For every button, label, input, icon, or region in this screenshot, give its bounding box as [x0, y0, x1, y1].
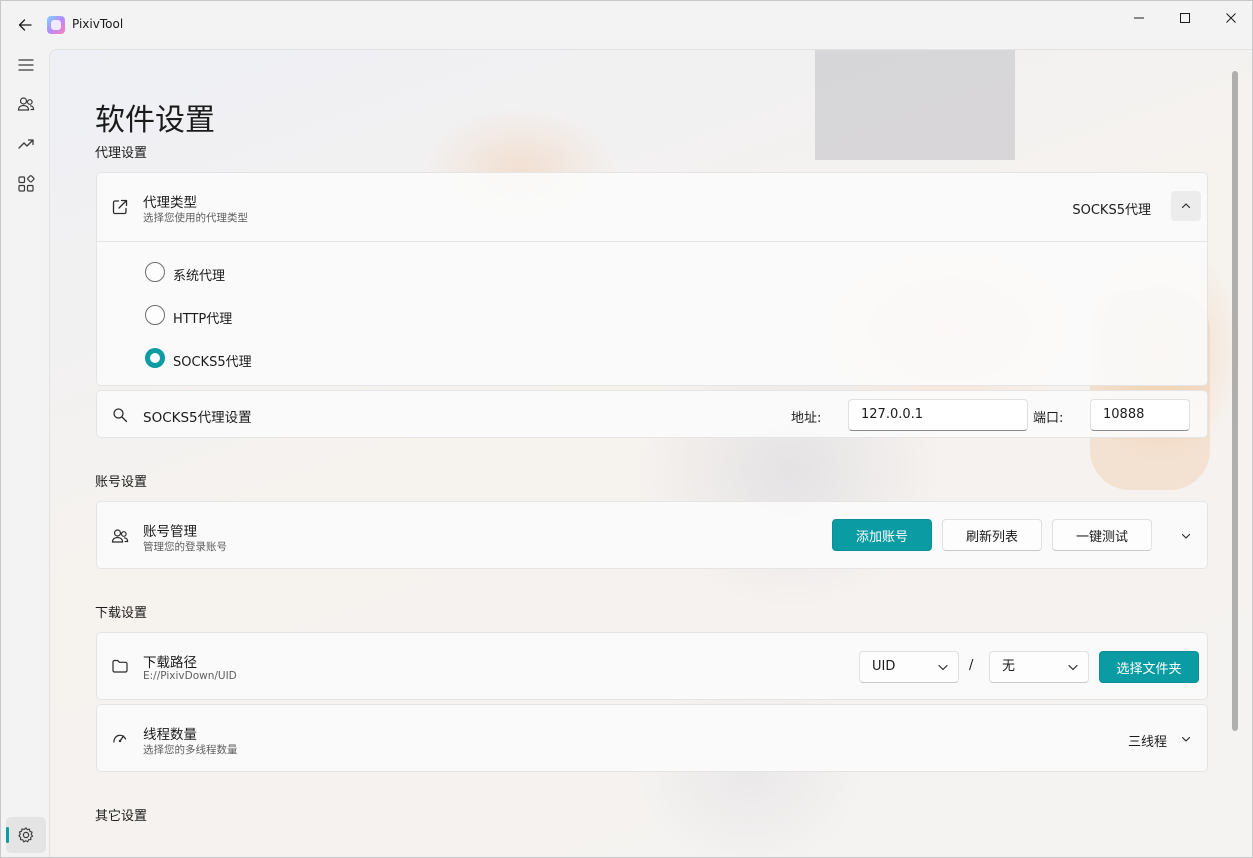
- section-title-download: 下载设置: [95, 606, 148, 621]
- radio-system-proxy[interactable]: [145, 262, 165, 282]
- thread-count-subtitle: 选择您的多线程数量: [143, 744, 238, 756]
- address-label: 地址:: [791, 411, 822, 426]
- vertical-scrollbar[interactable]: [1232, 71, 1238, 731]
- path-pattern-combo-1[interactable]: UID: [859, 651, 959, 683]
- thread-count-title: 线程数量: [143, 727, 197, 743]
- radio-system-proxy-label[interactable]: 系统代理: [173, 265, 225, 284]
- gear-icon: [18, 827, 34, 843]
- download-path-card: 下载路径 E://PixivDown/UID UID / 无 选择文件夹: [96, 632, 1208, 700]
- close-button[interactable]: [1208, 1, 1252, 35]
- title-bar: PixivTool: [1, 1, 1252, 49]
- open-external-icon: [110, 197, 130, 217]
- refresh-list-button[interactable]: 刷新列表: [942, 519, 1042, 551]
- chevron-down-icon: [938, 664, 948, 671]
- nav-trending[interactable]: [6, 126, 46, 162]
- people-icon: [17, 97, 35, 111]
- app-logo: [47, 16, 65, 34]
- arrow-left-icon: [18, 19, 32, 31]
- hamburger-icon: [18, 59, 34, 71]
- path-pattern-combo-2[interactable]: 无: [989, 651, 1089, 683]
- account-manage-subtitle: 管理您的登录账号: [143, 541, 227, 553]
- thread-count-card[interactable]: 线程数量 选择您的多线程数量 三线程: [96, 704, 1208, 772]
- add-account-button[interactable]: 添加账号: [832, 519, 932, 551]
- path-pattern-combo-2-value: 无: [1002, 659, 1016, 674]
- port-input[interactable]: 10888: [1090, 399, 1190, 431]
- maximize-icon: [1180, 13, 1190, 23]
- section-title-other: 其它设置: [95, 809, 148, 824]
- section-title-account: 账号设置: [95, 475, 148, 490]
- app-title: PixivTool: [72, 17, 124, 31]
- path-separator: /: [969, 658, 974, 673]
- page-title: 软件设置: [95, 103, 215, 138]
- radio-socks5-proxy-label[interactable]: SOCKS5代理: [173, 351, 252, 370]
- radio-socks5-proxy[interactable]: [145, 348, 165, 368]
- socks5-settings-title: SOCKS5代理设置: [143, 410, 252, 426]
- chevron-down-icon: [1068, 664, 1078, 671]
- back-button[interactable]: [11, 11, 39, 39]
- address-input[interactable]: 127.0.0.1: [848, 399, 1028, 431]
- test-all-button[interactable]: 一键测试: [1052, 519, 1152, 551]
- nav-settings[interactable]: [6, 817, 46, 853]
- nav-selection-indicator: [6, 827, 9, 843]
- nav-apps[interactable]: [6, 166, 46, 202]
- app-window: PixivTool 软件设置 代理设置 代理类型 选择您使用的代理类型 SOCK…: [0, 0, 1253, 858]
- chevron-down-icon: [1181, 736, 1191, 742]
- proxy-type-value: SOCKS5代理: [1072, 203, 1151, 218]
- proxy-type-collapse-button[interactable]: [1171, 191, 1201, 221]
- maximize-button[interactable]: [1162, 1, 1208, 35]
- proxy-type-title: 代理类型: [143, 195, 197, 211]
- path-pattern-combo-1-value: UID: [872, 659, 896, 674]
- proxy-type-card: 代理类型 选择您使用的代理类型 SOCKS5代理 系统代理 HTTP代理 SOC…: [96, 172, 1208, 386]
- search-icon: [110, 405, 130, 425]
- port-label: 端口:: [1033, 411, 1064, 426]
- proxy-card-divider: [97, 241, 1207, 242]
- minimize-button[interactable]: [1116, 1, 1162, 35]
- chevron-down-icon: [1181, 533, 1191, 539]
- thread-count-expand-button[interactable]: [1171, 724, 1201, 754]
- trending-up-icon: [18, 139, 34, 149]
- choose-folder-button[interactable]: 选择文件夹: [1099, 651, 1199, 683]
- close-icon: [1226, 13, 1236, 23]
- account-manage-card: 账号管理 管理您的登录账号 添加账号 刷新列表 一键测试: [96, 501, 1208, 569]
- radio-http-proxy[interactable]: [145, 305, 165, 325]
- folder-icon: [110, 656, 130, 676]
- background-artwork: [815, 50, 1015, 160]
- download-path-subtitle: E://PixivDown/UID: [143, 670, 237, 682]
- apps-grid-icon: [18, 175, 35, 192]
- proxy-type-subtitle: 选择您使用的代理类型: [143, 212, 248, 224]
- gauge-icon: [110, 728, 130, 748]
- radio-http-proxy-label[interactable]: HTTP代理: [173, 308, 232, 327]
- section-title-proxy: 代理设置: [95, 146, 148, 161]
- minimize-icon: [1134, 17, 1144, 19]
- thread-count-value: 三线程: [1127, 735, 1167, 750]
- people-icon: [110, 526, 130, 546]
- chevron-up-icon: [1181, 203, 1191, 209]
- nav-menu-button[interactable]: [6, 47, 46, 83]
- download-path-title: 下载路径: [143, 655, 197, 671]
- socks5-settings-card: SOCKS5代理设置 地址: 127.0.0.1 端口: 10888: [96, 390, 1208, 438]
- nav-accounts[interactable]: [6, 86, 46, 122]
- account-manage-title: 账号管理: [143, 524, 197, 540]
- account-expand-button[interactable]: [1171, 521, 1201, 551]
